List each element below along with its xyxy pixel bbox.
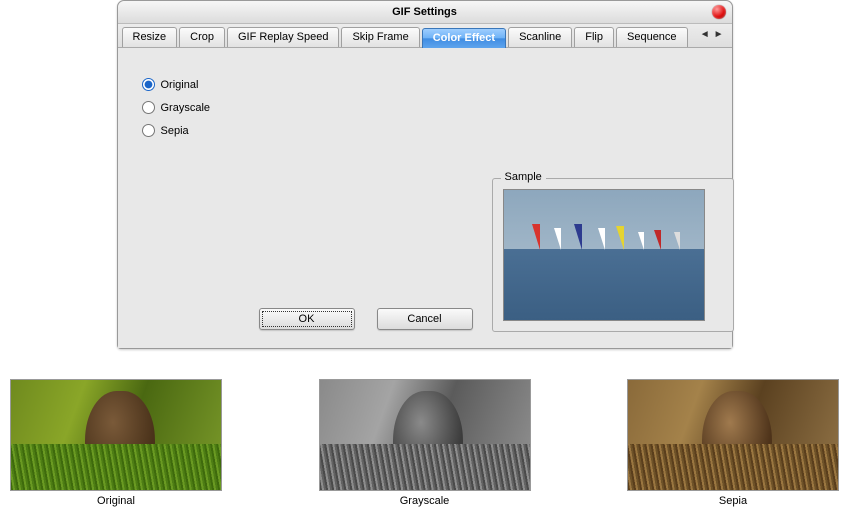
radio-grayscale-input[interactable]	[142, 101, 155, 114]
tab-scroll-right-icon[interactable]: ►	[714, 29, 724, 40]
window-title: GIF Settings	[392, 6, 457, 18]
titlebar: GIF Settings	[118, 1, 732, 24]
close-icon[interactable]	[712, 5, 726, 19]
tab-scroll: ◄ ►	[694, 27, 728, 40]
radio-sepia-label: Sepia	[161, 125, 189, 137]
radio-sepia-input[interactable]	[142, 124, 155, 137]
sample-fieldset: Sample	[492, 178, 734, 332]
cancel-button[interactable]: Cancel	[377, 308, 473, 330]
example-sepia-thumb	[627, 379, 839, 491]
example-row: Original Grayscale Sepia	[0, 349, 849, 507]
ok-button[interactable]: OK	[259, 308, 355, 330]
tab-scanline[interactable]: Scanline	[508, 27, 572, 47]
tab-strip: Resize Crop GIF Replay Speed Skip Frame …	[118, 24, 732, 48]
sample-preview	[503, 189, 705, 321]
example-original: Original	[10, 379, 222, 507]
example-grayscale-label: Grayscale	[319, 495, 531, 507]
gif-settings-dialog: GIF Settings Resize Crop GIF Replay Spee…	[117, 0, 733, 349]
example-grayscale-thumb	[319, 379, 531, 491]
tab-color-effect[interactable]: Color Effect	[422, 28, 506, 48]
example-sepia: Sepia	[627, 379, 839, 507]
radio-original-label: Original	[161, 79, 199, 91]
tab-scroll-left-icon[interactable]: ◄	[700, 29, 710, 40]
example-sepia-label: Sepia	[627, 495, 839, 507]
tab-resize[interactable]: Resize	[122, 27, 178, 47]
tab-flip[interactable]: Flip	[574, 27, 614, 47]
radio-grayscale-label: Grayscale	[161, 102, 211, 114]
radio-sepia[interactable]: Sepia	[142, 124, 714, 137]
sample-legend: Sample	[501, 171, 546, 183]
example-original-thumb	[10, 379, 222, 491]
tab-gif-replay-speed[interactable]: GIF Replay Speed	[227, 27, 340, 47]
example-original-label: Original	[10, 495, 222, 507]
radio-grayscale[interactable]: Grayscale	[142, 101, 714, 114]
color-effect-options: Original Grayscale Sepia	[142, 78, 714, 137]
dialog-body: Original Grayscale Sepia Sample	[118, 48, 732, 348]
radio-original[interactable]: Original	[142, 78, 714, 91]
tab-skip-frame[interactable]: Skip Frame	[341, 27, 419, 47]
example-grayscale: Grayscale	[319, 379, 531, 507]
radio-original-input[interactable]	[142, 78, 155, 91]
tab-crop[interactable]: Crop	[179, 27, 225, 47]
tab-sequence[interactable]: Sequence	[616, 27, 688, 47]
